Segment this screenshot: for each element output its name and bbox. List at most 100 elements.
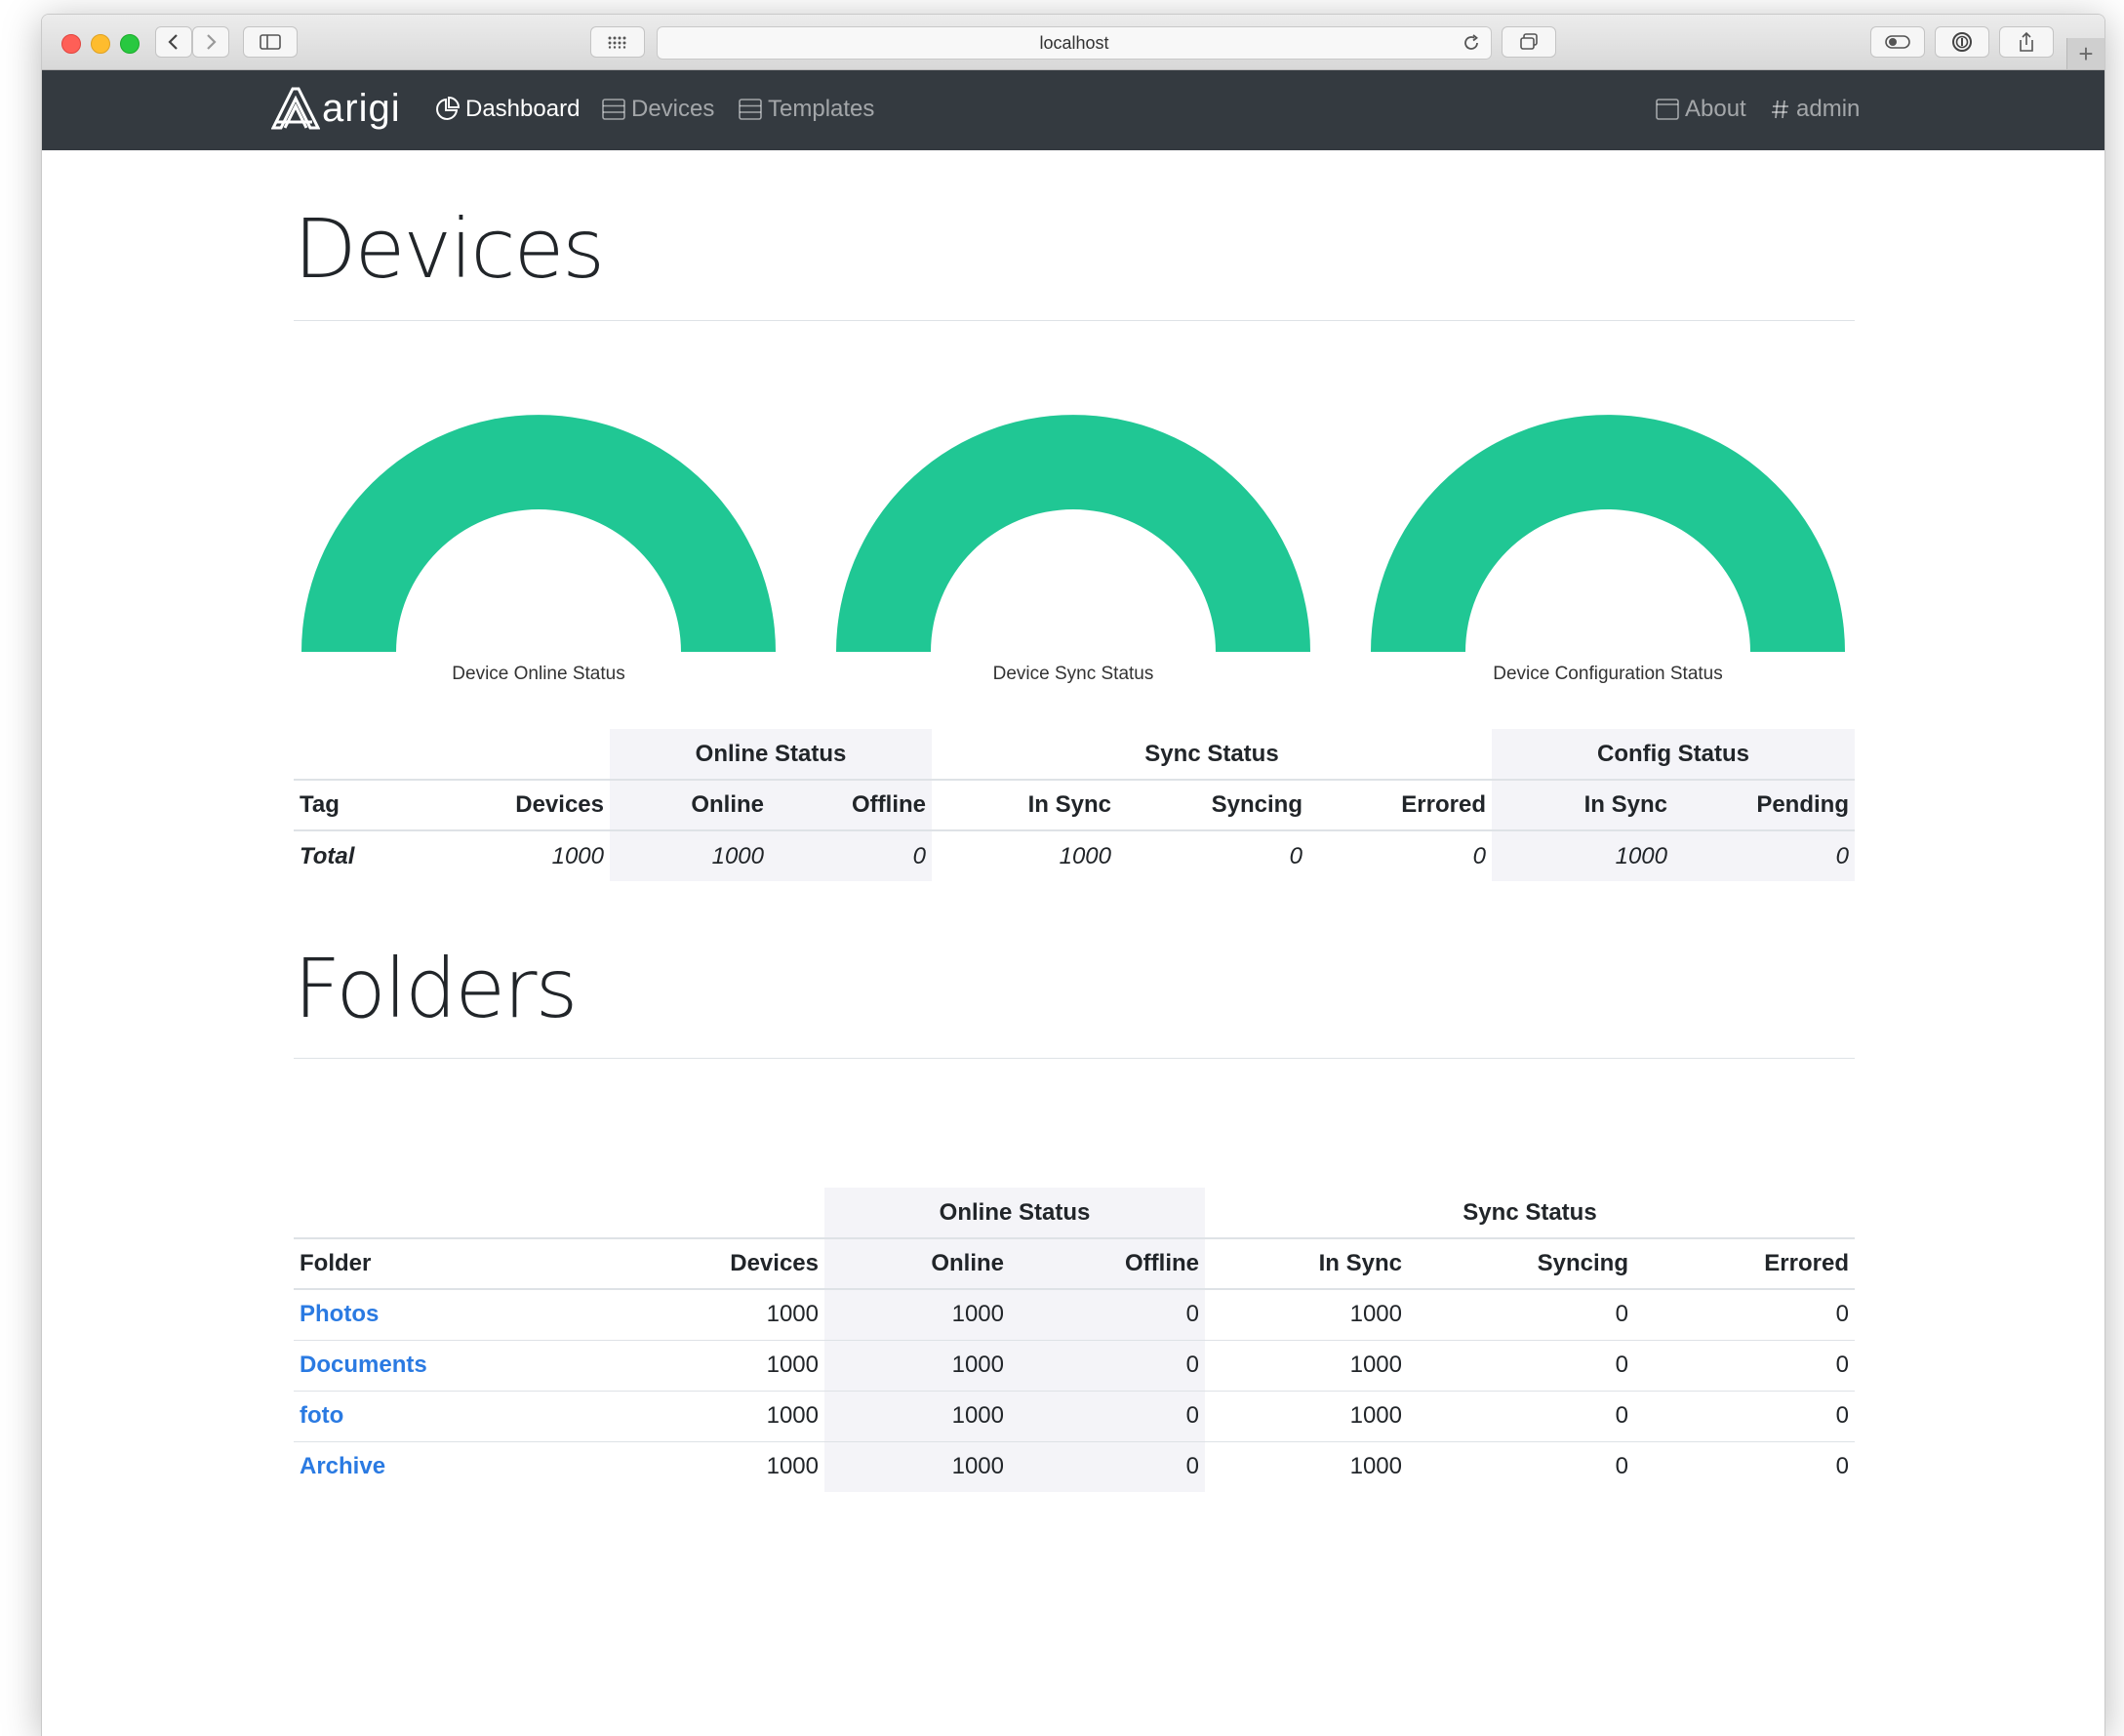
- reload-icon[interactable]: [1462, 33, 1481, 58]
- share-icon: [2020, 31, 2033, 52]
- grid-view-button[interactable]: [590, 26, 645, 58]
- table-cell: 1000: [1492, 830, 1673, 881]
- chevron-left-icon: [168, 34, 178, 50]
- nav-about[interactable]: About: [1656, 96, 1746, 123]
- column-header[interactable]: Errored: [1634, 1238, 1855, 1290]
- folders-heading: Folders: [294, 941, 578, 1036]
- column-header[interactable]: In Sync: [1205, 1238, 1408, 1290]
- group-header-sync: Sync Status: [1205, 1188, 1855, 1239]
- gauge-label: Device Online Status: [452, 664, 625, 684]
- nav-templates-label: Templates: [768, 96, 875, 122]
- address-bar[interactable]: localhost: [657, 26, 1492, 60]
- table-cell: 1000: [766, 1453, 819, 1480]
- folders-table: Online Status Sync Status Folder Devices…: [294, 1188, 1855, 1492]
- gauge-value-arc: [301, 415, 776, 652]
- table-cell: 1000: [1059, 842, 1111, 869]
- gauge-sync-chart: [836, 415, 1310, 652]
- gauge-sync-status: Device Sync Status: [836, 414, 1310, 685]
- total-row: Total 1000 1000 0 1000 0 0 1000 0: [294, 830, 1855, 881]
- table-cell: 0: [1615, 1453, 1628, 1480]
- folder-link-foto[interactable]: foto: [300, 1402, 343, 1429]
- group-header-sync: Sync Status: [932, 729, 1492, 781]
- nav-templates[interactable]: Templates: [739, 96, 874, 123]
- nav-dashboard[interactable]: Dashboard: [434, 96, 580, 123]
- folder-link-archive[interactable]: Archive: [300, 1453, 385, 1479]
- table-cell: 1000: [635, 1289, 824, 1341]
- nav-admin[interactable]: admin: [1771, 96, 1860, 123]
- column-header[interactable]: In Sync: [1492, 780, 1673, 831]
- nav-about-label: About: [1685, 96, 1746, 122]
- brand-logo-link[interactable]: arigi: [271, 86, 401, 131]
- window-icon: [1656, 99, 1679, 120]
- folder-link-documents[interactable]: Documents: [300, 1352, 427, 1378]
- column-header[interactable]: Online: [610, 780, 770, 831]
- table-cell: 1000: [635, 1340, 824, 1392]
- table-row: Archive 1000 1000 0 1000 0 0: [294, 1441, 1855, 1492]
- table-cell: 0: [1010, 1441, 1205, 1492]
- table-cell: 0: [1408, 1289, 1634, 1341]
- table-cell: 0: [1472, 842, 1486, 869]
- devices-table: Online Status Sync Status Config Status …: [294, 729, 1855, 881]
- new-tab-button[interactable]: +: [2066, 38, 2104, 69]
- table-cell: 1000: [824, 1340, 1010, 1392]
- table-cell: 0: [770, 830, 932, 881]
- password-manager-icon: [1952, 32, 1972, 52]
- section-divider: [294, 320, 1855, 321]
- tabs-overview-button[interactable]: [1502, 26, 1556, 58]
- table-row: Photos 1000 1000 0 1000 0 0: [294, 1289, 1855, 1341]
- minimize-window-button[interactable]: [91, 34, 110, 54]
- table-cell: 0: [1408, 1391, 1634, 1442]
- column-header[interactable]: Syncing: [1408, 1238, 1634, 1290]
- column-header[interactable]: In Sync: [932, 780, 1117, 831]
- pie-chart-icon: [434, 97, 460, 122]
- server-icon: [739, 99, 762, 120]
- table-row: Documents 1000 1000 0 1000 0 0: [294, 1340, 1855, 1392]
- table-cell: 1000: [824, 1289, 1010, 1341]
- gauge-value-arc: [1371, 415, 1845, 652]
- table-cell: 0: [1010, 1289, 1205, 1341]
- column-header[interactable]: Offline: [770, 780, 932, 831]
- table-cell: 0: [1408, 1340, 1634, 1392]
- table-cell: 0: [1289, 842, 1302, 869]
- column-header[interactable]: Pending: [1673, 780, 1855, 831]
- browser-toolbar: localhost +: [42, 15, 2104, 70]
- group-header-online: Online Status: [610, 729, 932, 781]
- zoom-window-button[interactable]: [120, 34, 140, 54]
- tabs-icon: [1520, 33, 1538, 50]
- column-header[interactable]: Devices: [421, 780, 610, 831]
- table-cell: 1000: [610, 830, 770, 881]
- browser-window: localhost + arigi Dashboard Devices Temp…: [41, 14, 2105, 1736]
- nav-admin-label: admin: [1796, 96, 1861, 122]
- sidebar-toggle-button[interactable]: [243, 26, 298, 58]
- sidebar-icon: [260, 34, 281, 50]
- forward-button[interactable]: [192, 26, 229, 58]
- column-header[interactable]: Offline: [1010, 1238, 1205, 1290]
- table-cell: 0: [1010, 1391, 1205, 1442]
- password-manager-button[interactable]: [1935, 26, 1989, 58]
- group-header-online: Online Status: [824, 1188, 1205, 1239]
- gauge-label: Device Sync Status: [992, 664, 1154, 684]
- table-cell: 0: [1835, 1453, 1849, 1480]
- folder-link-photos[interactable]: Photos: [300, 1301, 379, 1327]
- table-cell: 1000: [1205, 1340, 1408, 1392]
- gauge-online-chart: [301, 415, 776, 652]
- plus-icon: +: [2078, 38, 2094, 68]
- share-button[interactable]: [1999, 26, 2054, 58]
- column-header[interactable]: Tag: [294, 780, 421, 831]
- column-header[interactable]: Online: [824, 1238, 1010, 1290]
- table-cell: 0: [1010, 1340, 1205, 1392]
- back-button[interactable]: [155, 26, 192, 58]
- column-header[interactable]: Errored: [1308, 780, 1492, 831]
- table-cell: 0: [1673, 830, 1855, 881]
- column-header[interactable]: Devices: [635, 1238, 824, 1290]
- gauge-value-arc: [836, 415, 1310, 652]
- close-window-button[interactable]: [61, 34, 81, 54]
- column-header[interactable]: Folder: [294, 1238, 635, 1290]
- url-text: localhost: [1039, 32, 1109, 53]
- table-cell: 1000: [551, 842, 604, 869]
- arigi-logo-icon: [271, 87, 320, 130]
- table-cell: 0: [1634, 1391, 1855, 1442]
- column-header[interactable]: Syncing: [1117, 780, 1308, 831]
- nav-devices[interactable]: Devices: [602, 96, 714, 123]
- extension-toggle-button[interactable]: [1870, 26, 1925, 58]
